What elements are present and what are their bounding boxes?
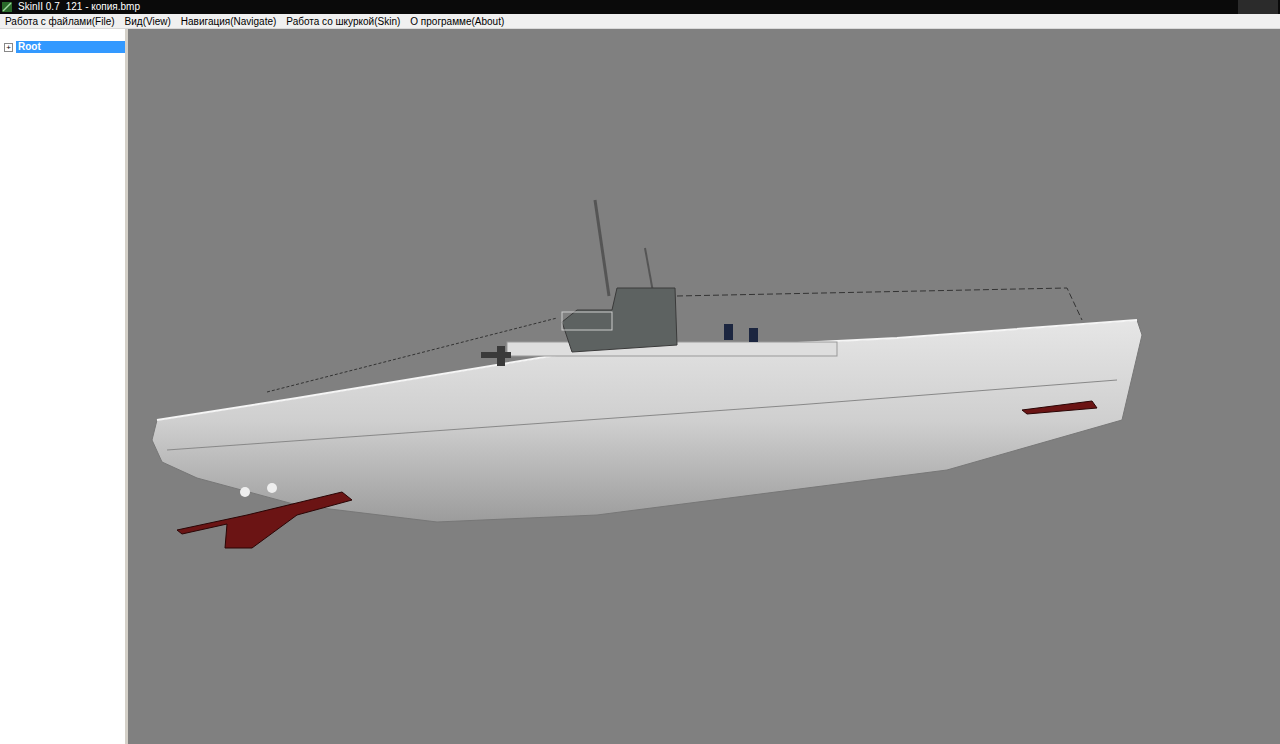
app-title: SkinII 0.7 (18, 0, 60, 14)
expander[interactable]: + (4, 43, 13, 52)
menu-item[interactable]: Работа со шкуркой(Skin) (281, 14, 405, 29)
title-bar: SkinII 0.7 121 - копия.bmp (0, 0, 1280, 14)
tree-panel: +Root (0, 29, 128, 744)
app-icon (2, 2, 12, 12)
tree-item[interactable]: +Root (4, 41, 125, 53)
window-controls[interactable] (1238, 0, 1278, 14)
menu-item[interactable]: Работа с файлами(File) (0, 14, 120, 29)
menu-item[interactable]: Вид(View) (120, 14, 176, 29)
tree-label[interactable]: Root (16, 41, 125, 53)
menu-item[interactable]: Навигация(Navigate) (176, 14, 282, 29)
menu-item[interactable]: О программе(About) (405, 14, 509, 29)
submarine-model-icon (128, 29, 1277, 744)
app-window: SkinII 0.7 121 - копия.bmp Работа с файл… (0, 0, 1280, 744)
file-title: 121 - копия.bmp (66, 0, 140, 14)
viewport[interactable] (128, 29, 1280, 744)
menu-bar: Работа с файлами(File)Вид(View)Навигация… (0, 14, 1280, 29)
